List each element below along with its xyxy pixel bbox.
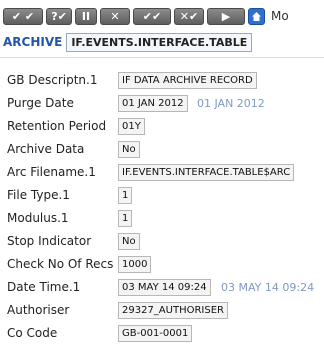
field-value: GB-001-0001 [118,324,193,342]
field-value: No [118,140,140,158]
mode-label: Mo [271,9,289,23]
next-button[interactable]: ▶ [207,7,245,25]
delete-button[interactable]: ✕ [100,7,130,25]
commit-button[interactable]: ✔ ✔ [3,7,43,25]
field-value: 03 MAY 14 09:24 [118,278,211,296]
application-name: ARCHIVE [3,35,63,49]
field-label: Authoriser [7,303,70,317]
field-label: Co Code [7,326,58,340]
field-label: Modulus.1 [7,211,69,225]
field-value: 29327_AUTHORISER [118,301,228,319]
field-label: Arc Filename.1 [7,165,96,179]
field-label: Archive Data [7,142,85,156]
reverse-button[interactable]: ✕✔ [174,7,204,25]
field-value: 1 [118,209,133,227]
hold-button[interactable]: II [75,7,97,25]
field-label: Purge Date [7,96,74,110]
authorise-button[interactable]: ✔✔ [133,7,171,25]
field-enrichment: 01 JAN 2012 [197,96,265,110]
field-label: Stop Indicator [7,234,92,248]
home-icon[interactable] [248,7,265,25]
field-value: 01Y [118,117,145,135]
field-value: 1000 [118,255,152,273]
field-label: GB Descriptn.1 [7,73,98,87]
field-label: Check No Of Recs [7,257,114,271]
breadcrumb: ARCHIVE IF.EVENTS.INTERFACE.TABLE [0,32,253,52]
field-label: File Type.1 [7,188,70,202]
field-enrichment: 03 MAY 14 09:24 [221,280,315,294]
field-label: Date Time.1 [7,280,81,294]
field-value: 01 JAN 2012 [118,94,188,112]
divider [0,57,324,58]
field-value: IF.EVENTS.INTERFACE.TABLE$ARC [118,163,295,181]
toolbar: ✔ ✔ ?✔ II ✕ ✔✔ ✕✔ ▶ Mo [0,0,324,32]
field-value: 1 [118,186,133,204]
record-id: IF.EVENTS.INTERFACE.TABLE [66,32,253,52]
field-label: Retention Period [7,119,107,133]
validate-button[interactable]: ?✔ [46,7,72,25]
field-value: No [118,232,140,250]
field-value: IF DATA ARCHIVE RECORD [118,71,257,89]
